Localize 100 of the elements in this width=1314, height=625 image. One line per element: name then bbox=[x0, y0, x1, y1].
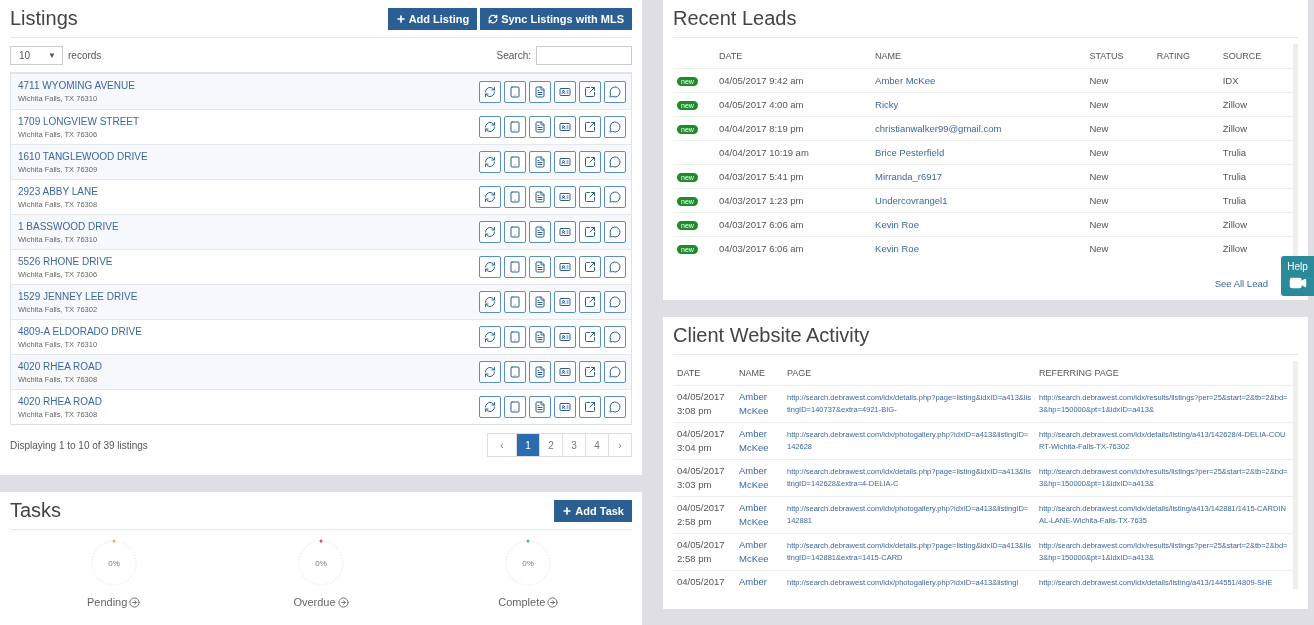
tablet-button[interactable] bbox=[504, 116, 526, 138]
id-card-button[interactable] bbox=[554, 151, 576, 173]
document-button[interactable] bbox=[529, 396, 551, 418]
activity-name-link[interactable]: Amber bbox=[735, 570, 783, 589]
comment-button[interactable] bbox=[604, 291, 626, 313]
add-listing-button[interactable]: Add Listing bbox=[387, 7, 478, 30]
listing-address-link[interactable]: 1610 TANGLEWOOD DRIVE bbox=[18, 150, 148, 162]
refresh-button[interactable] bbox=[479, 221, 501, 243]
records-label: records bbox=[68, 49, 102, 61]
comment-button[interactable] bbox=[604, 80, 626, 103]
activity-name-link[interactable]: Amber McKee bbox=[735, 459, 783, 496]
document-button[interactable] bbox=[529, 221, 551, 243]
lead-name-link[interactable]: Mirranda_r6917 bbox=[871, 164, 1086, 188]
activity-name-link[interactable]: Amber McKee bbox=[735, 385, 783, 422]
share-button[interactable] bbox=[579, 396, 601, 418]
search-field[interactable] bbox=[536, 45, 632, 65]
id-card-icon bbox=[559, 331, 571, 343]
tablet-button[interactable] bbox=[504, 221, 526, 243]
document-icon bbox=[534, 331, 546, 343]
tablet-button[interactable] bbox=[504, 186, 526, 208]
listing-address-link[interactable]: 1 BASSWOOD DRIVE bbox=[18, 220, 119, 232]
comment-button[interactable] bbox=[604, 396, 626, 418]
share-button[interactable] bbox=[579, 326, 601, 348]
refresh-button[interactable] bbox=[479, 291, 501, 313]
comment-button[interactable] bbox=[604, 151, 626, 173]
share-button[interactable] bbox=[579, 361, 601, 383]
document-button[interactable] bbox=[529, 80, 551, 103]
id-card-button[interactable] bbox=[554, 116, 576, 138]
id-card-button[interactable] bbox=[554, 221, 576, 243]
listing-address-link[interactable]: 4020 RHEA ROAD bbox=[18, 395, 102, 407]
share-button[interactable] bbox=[579, 80, 601, 103]
share-button[interactable] bbox=[579, 221, 601, 243]
tablet-button[interactable] bbox=[504, 256, 526, 278]
share-button[interactable] bbox=[579, 151, 601, 173]
document-button[interactable] bbox=[529, 256, 551, 278]
activity-name-link[interactable]: Amber McKee bbox=[735, 496, 783, 533]
see-all-leads-link[interactable]: See All Lead bbox=[1214, 278, 1268, 289]
document-button[interactable] bbox=[529, 151, 551, 173]
comment-button[interactable] bbox=[604, 256, 626, 278]
activity-name-link[interactable]: Amber McKee bbox=[735, 533, 783, 570]
id-card-button[interactable] bbox=[554, 256, 576, 278]
page-size-select[interactable]: 10 ▼ bbox=[10, 45, 63, 65]
add-task-button[interactable]: Add Task bbox=[554, 499, 632, 522]
tablet-button[interactable] bbox=[504, 291, 526, 313]
tablet-button[interactable] bbox=[504, 80, 526, 103]
comment-button[interactable] bbox=[604, 221, 626, 243]
document-button[interactable] bbox=[529, 186, 551, 208]
tablet-button[interactable] bbox=[504, 326, 526, 348]
id-card-button[interactable] bbox=[554, 326, 576, 348]
refresh-button[interactable] bbox=[479, 80, 501, 103]
tablet-button[interactable] bbox=[504, 151, 526, 173]
id-card-icon bbox=[559, 261, 571, 273]
activity-name-link[interactable]: Amber McKee bbox=[735, 422, 783, 459]
task-status-link[interactable]: Overdue bbox=[293, 596, 349, 608]
share-button[interactable] bbox=[579, 291, 601, 313]
share-button[interactable] bbox=[579, 256, 601, 278]
help-button[interactable]: Help bbox=[1281, 256, 1314, 296]
refresh-button[interactable] bbox=[479, 326, 501, 348]
share-button[interactable] bbox=[579, 186, 601, 208]
id-card-button[interactable] bbox=[554, 291, 576, 313]
refresh-button[interactable] bbox=[479, 361, 501, 383]
document-button[interactable] bbox=[529, 326, 551, 348]
document-button[interactable] bbox=[529, 291, 551, 313]
refresh-button[interactable] bbox=[479, 186, 501, 208]
id-card-button[interactable] bbox=[554, 396, 576, 418]
listing-address-link[interactable]: 1709 LONGVIEW STREET bbox=[18, 115, 140, 127]
document-button[interactable] bbox=[529, 116, 551, 138]
lead-name-link[interactable]: Amber McKee bbox=[871, 68, 1086, 92]
listing-address-link[interactable]: 2923 ABBY LANE bbox=[18, 185, 98, 197]
share-button[interactable] bbox=[579, 116, 601, 138]
lead-date: 04/05/2017 9:42 am bbox=[715, 68, 872, 92]
page-button[interactable]: 1 bbox=[516, 434, 539, 456]
tablet-button[interactable] bbox=[504, 396, 526, 418]
comment-button[interactable] bbox=[604, 186, 626, 208]
task-status-link[interactable]: Pending bbox=[86, 596, 141, 608]
lead-name-link[interactable]: Ricky bbox=[871, 92, 1086, 116]
lead-name-link[interactable]: christianwalker99@gmail.com bbox=[871, 116, 1086, 140]
lead-name-link[interactable]: Kevin Roe bbox=[871, 212, 1086, 236]
task-status-link[interactable]: Complete bbox=[498, 596, 559, 608]
lead-name-link[interactable]: Brice Pesterfield bbox=[871, 140, 1086, 164]
refresh-button[interactable] bbox=[479, 151, 501, 173]
comment-button[interactable] bbox=[604, 116, 626, 138]
listing-address-link[interactable]: 1529 JENNEY LEE DRIVE bbox=[18, 290, 138, 302]
tablet-button[interactable] bbox=[504, 361, 526, 383]
id-card-button[interactable] bbox=[554, 186, 576, 208]
listing-address-link[interactable]: 4809-A ELDORADO DRIVE bbox=[18, 325, 142, 337]
comment-button[interactable] bbox=[604, 326, 626, 348]
refresh-button[interactable] bbox=[479, 116, 501, 138]
comment-button[interactable] bbox=[604, 361, 626, 383]
listing-address-link[interactable]: 4020 RHEA ROAD bbox=[18, 360, 102, 372]
lead-name-link[interactable]: Kevin Roe bbox=[871, 236, 1086, 260]
listing-address-link[interactable]: 5526 RHONE DRIVE bbox=[18, 255, 113, 267]
sync-button[interactable]: Sync Listings with MLS bbox=[480, 7, 632, 30]
lead-name-link[interactable]: Undercovrangel1 bbox=[871, 188, 1086, 212]
listing-address-link[interactable]: 4711 WYOMING AVENUE bbox=[18, 80, 135, 91]
id-card-button[interactable] bbox=[554, 361, 576, 383]
id-card-button[interactable] bbox=[554, 80, 576, 103]
refresh-button[interactable] bbox=[479, 396, 501, 418]
document-button[interactable] bbox=[529, 361, 551, 383]
refresh-button[interactable] bbox=[479, 256, 501, 278]
